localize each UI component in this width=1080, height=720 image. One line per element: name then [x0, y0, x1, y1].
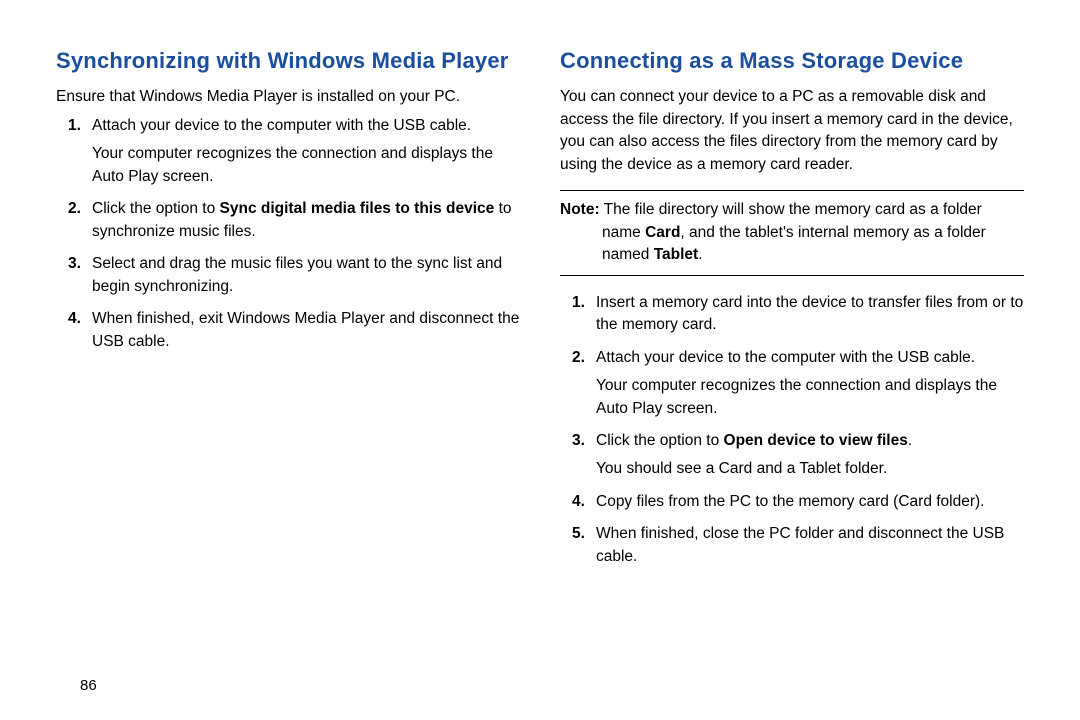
right-step-3: Click the option to Open device to view … — [596, 430, 1024, 481]
left-steps: Attach your device to the computer with … — [56, 115, 520, 353]
right-heading: Connecting as a Mass Storage Device — [560, 48, 1024, 74]
step-extra: Your computer recognizes the connection … — [92, 143, 520, 188]
step-text: When finished, close the PC folder and d… — [596, 523, 1024, 568]
right-step-2: Attach your device to the computer with … — [596, 347, 1024, 420]
step-text: Attach your device to the computer with … — [596, 347, 1024, 369]
page-number: 86 — [80, 677, 97, 694]
step-text: Click the option to Sync digital media f… — [92, 198, 520, 243]
right-step-5: When finished, close the PC folder and d… — [596, 523, 1024, 568]
step-text: Attach your device to the computer with … — [92, 115, 520, 137]
right-column: Connecting as a Mass Storage Device You … — [560, 48, 1024, 578]
step-extra: You should see a Card and a Tablet folde… — [596, 458, 1024, 480]
step-text: When finished, exit Windows Media Player… — [92, 308, 520, 353]
right-intro: You can connect your device to a PC as a… — [560, 86, 1024, 176]
right-step-4: Copy files from the PC to the memory car… — [596, 491, 1024, 513]
step-text: Click the option to Open device to view … — [596, 430, 1024, 452]
left-step-3: Select and drag the music files you want… — [92, 253, 520, 298]
note-content: Note: The file directory will show the m… — [560, 199, 1024, 266]
two-column-layout: Synchronizing with Windows Media Player … — [56, 48, 1024, 578]
left-intro: Ensure that Windows Media Player is inst… — [56, 86, 520, 108]
step-text: Select and drag the music files you want… — [92, 253, 520, 298]
left-column: Synchronizing with Windows Media Player … — [56, 48, 520, 578]
right-step-1: Insert a memory card into the device to … — [596, 292, 1024, 337]
left-heading: Synchronizing with Windows Media Player — [56, 48, 520, 74]
step-extra: Your computer recognizes the connection … — [596, 375, 1024, 420]
step-text: Insert a memory card into the device to … — [596, 292, 1024, 337]
left-step-2: Click the option to Sync digital media f… — [92, 198, 520, 243]
left-step-1: Attach your device to the computer with … — [92, 115, 520, 188]
step-text: Copy files from the PC to the memory car… — [596, 491, 1024, 513]
note-block: Note: The file directory will show the m… — [560, 190, 1024, 275]
right-steps: Insert a memory card into the device to … — [560, 292, 1024, 569]
left-step-4: When finished, exit Windows Media Player… — [92, 308, 520, 353]
